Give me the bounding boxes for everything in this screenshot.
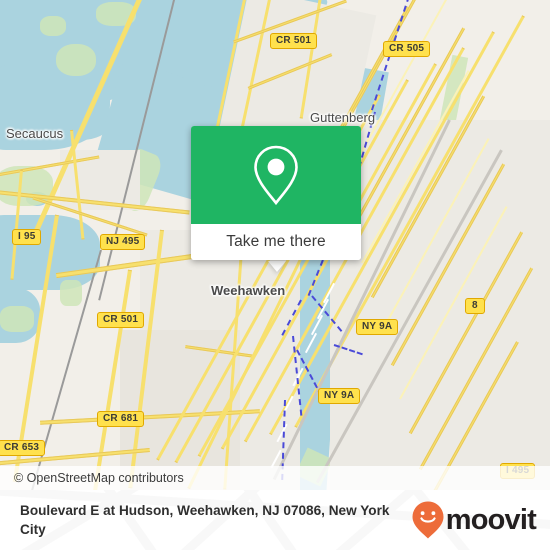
moovit-pin-smiley-icon: [412, 501, 444, 539]
shield-cr501-south[interactable]: CR 501: [97, 312, 145, 328]
popup-header: [191, 126, 361, 224]
osm-attribution-text[interactable]: © OpenStreetMap contributors: [0, 471, 184, 485]
shield-ny9a-north[interactable]: NY 9A: [356, 319, 399, 335]
park-laurel-hill: [56, 44, 96, 76]
shield-i95[interactable]: I 95: [12, 229, 42, 245]
place-label-guttenberg: Guttenberg: [310, 110, 376, 125]
map-canvas[interactable]: CR 501 CR 505 I 95 NJ 495 CR 501 CR 681 …: [0, 0, 550, 490]
popup-pointer: [268, 261, 286, 272]
destination-popup-card[interactable]: Take me there: [191, 126, 361, 260]
moovit-wordmark: moovit: [445, 503, 537, 536]
park-nj-north-b: [40, 16, 66, 36]
moovit-station-page: CR 501 CR 505 I 95 NJ 495 CR 501 CR 681 …: [0, 0, 550, 550]
shield-cr501-north[interactable]: CR 501: [270, 33, 318, 49]
station-address: Boulevard E at Hudson, Weehawken, NJ 070…: [20, 503, 390, 537]
moovit-logo[interactable]: moovit: [411, 500, 550, 540]
shield-ny9a-south[interactable]: NY 9A: [318, 388, 361, 404]
page-footer: Boulevard E at Hudson, Weehawken, NJ 070…: [0, 490, 550, 550]
park-jc-green: [60, 280, 82, 306]
shield-cr505[interactable]: CR 505: [383, 41, 431, 57]
popup-action-area[interactable]: Take me there: [191, 224, 361, 260]
location-pin-icon: [254, 145, 298, 206]
place-label-weehawken: Weehawken: [211, 283, 286, 298]
shield-cr653[interactable]: CR 653: [0, 440, 46, 456]
map-attribution-bar: © OpenStreetMap contributors: [0, 466, 550, 490]
shield-cr681[interactable]: CR 681: [97, 411, 145, 427]
take-me-there-label[interactable]: Take me there: [226, 233, 326, 251]
park-liberty: [0, 306, 34, 332]
shield-nj495[interactable]: NJ 495: [100, 234, 146, 250]
shield-route-8[interactable]: 8: [465, 298, 485, 314]
place-label-secaucus: Secaucus: [6, 126, 64, 141]
